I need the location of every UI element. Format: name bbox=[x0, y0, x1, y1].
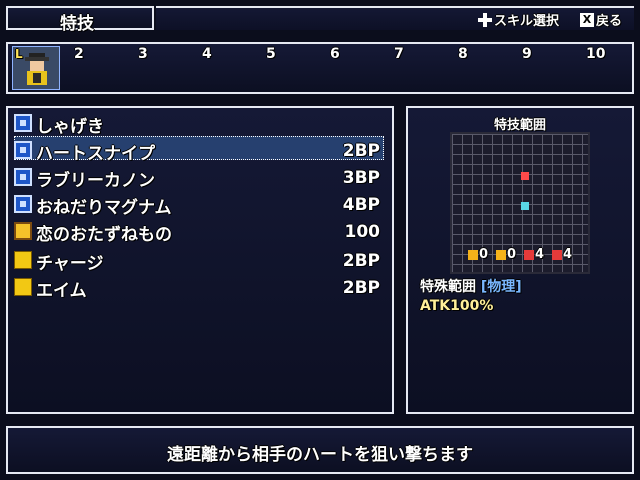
party-slot-10[interactable]: 10 bbox=[586, 46, 605, 62]
x-button-icon: X bbox=[580, 12, 594, 27]
special-range-prefix: 特殊範囲 bbox=[420, 279, 476, 295]
party-slot-7[interactable]: 7 bbox=[394, 46, 404, 62]
party-slot-5[interactable]: 5 bbox=[266, 46, 276, 62]
skill-name: ハートスナイプ bbox=[36, 144, 155, 164]
skill-name: しゃげき bbox=[36, 117, 104, 137]
party-slot-3[interactable]: 3 bbox=[138, 46, 148, 62]
origin-cell bbox=[521, 202, 529, 210]
skill-select-hint: スキル選択 bbox=[478, 10, 559, 29]
atk-value: ATK100% bbox=[420, 298, 494, 314]
skill-select-label: スキル選択 bbox=[494, 14, 560, 29]
skill-cost: 2BP bbox=[342, 141, 380, 161]
blue-square-icon bbox=[14, 195, 32, 213]
stat-value: 0 bbox=[479, 247, 489, 262]
physical-tag: [物理] bbox=[480, 279, 522, 295]
target-cell bbox=[521, 172, 529, 180]
screen-title: 特技 bbox=[60, 14, 94, 34]
skill-cost: 3BP bbox=[342, 168, 380, 188]
character-portrait[interactable]: L bbox=[12, 46, 60, 90]
skill-cost: 4BP bbox=[342, 195, 380, 215]
header-bar bbox=[156, 6, 634, 30]
stat-up-2: 4 bbox=[524, 247, 544, 262]
arrow-down-icon bbox=[552, 249, 562, 260]
skill-item-shageki[interactable]: しゃげき bbox=[12, 110, 380, 137]
skill-name: ラブリーカノン bbox=[36, 171, 155, 191]
stat-up-1: 0 bbox=[468, 247, 488, 262]
skill-cost: 2BP bbox=[342, 278, 380, 298]
arrow-up-icon bbox=[468, 249, 478, 260]
skill-cost: 100 bbox=[344, 222, 381, 242]
skill-item-aim[interactable]: エイム 2BP bbox=[12, 274, 380, 301]
gold-special-icon bbox=[14, 222, 32, 240]
skill-item-koi-no-otazunemono[interactable]: 恋のおたずねもの 100 bbox=[12, 218, 381, 245]
skill-name: チャージ bbox=[36, 254, 104, 274]
stat-value: 0 bbox=[507, 247, 517, 262]
party-slot-2[interactable]: 2 bbox=[74, 46, 84, 62]
range-grid: 0 0 4 4 bbox=[450, 132, 590, 274]
party-row: L 2 3 4 5 6 7 8 9 10 bbox=[6, 42, 634, 94]
skill-cost: 2BP bbox=[342, 251, 380, 271]
skill-name: 恋のおたずねもの bbox=[36, 225, 172, 245]
screen-title-window: 特技 bbox=[6, 6, 154, 34]
skill-name: おねだりマグナム bbox=[36, 198, 172, 218]
party-slot-4[interactable]: 4 bbox=[202, 46, 212, 62]
description-window: 遠距離から相手のハートを狙い撃ちます bbox=[6, 426, 634, 474]
skill-item-charge[interactable]: チャージ 2BP bbox=[12, 247, 380, 274]
stat-value: 4 bbox=[563, 247, 573, 262]
skill-description: 遠距離から相手のハートを狙い撃ちます bbox=[167, 445, 473, 465]
special-range-label: 特殊範囲 [物理] bbox=[420, 276, 522, 296]
stat-down-2: 4 bbox=[552, 247, 572, 262]
yellow-support-icon bbox=[14, 251, 32, 269]
blue-square-icon bbox=[14, 141, 32, 159]
party-slot-6[interactable]: 6 bbox=[330, 46, 340, 62]
stat-down-1: 0 bbox=[496, 247, 516, 262]
skill-item-heart-snipe[interactable]: ハートスナイプ 2BP bbox=[12, 137, 380, 164]
skill-item-onedari-magnum[interactable]: おねだりマグナム 4BP bbox=[12, 191, 380, 218]
blue-square-icon bbox=[14, 168, 32, 186]
party-slot-8[interactable]: 8 bbox=[458, 46, 468, 62]
blue-square-icon bbox=[14, 114, 32, 132]
arrow-up-icon bbox=[524, 249, 534, 260]
skill-item-lovely-cannon[interactable]: ラブリーカノン 3BP bbox=[12, 164, 380, 191]
range-title: 特技範囲 bbox=[493, 118, 546, 133]
yellow-support-icon bbox=[14, 278, 32, 296]
party-slot-9[interactable]: 9 bbox=[522, 46, 532, 62]
stat-value: 4 bbox=[535, 247, 545, 262]
leader-mark: L bbox=[15, 47, 23, 61]
arrow-down-icon bbox=[496, 249, 506, 260]
skill-name: エイム bbox=[36, 281, 87, 301]
back-label: 戻る bbox=[596, 14, 623, 29]
range-panel: 特技範囲 0 0 4 4 特殊範囲 [物理] ATK100% bbox=[406, 106, 634, 414]
back-hint[interactable]: X 戻る bbox=[580, 10, 622, 29]
dpad-icon bbox=[478, 12, 492, 27]
